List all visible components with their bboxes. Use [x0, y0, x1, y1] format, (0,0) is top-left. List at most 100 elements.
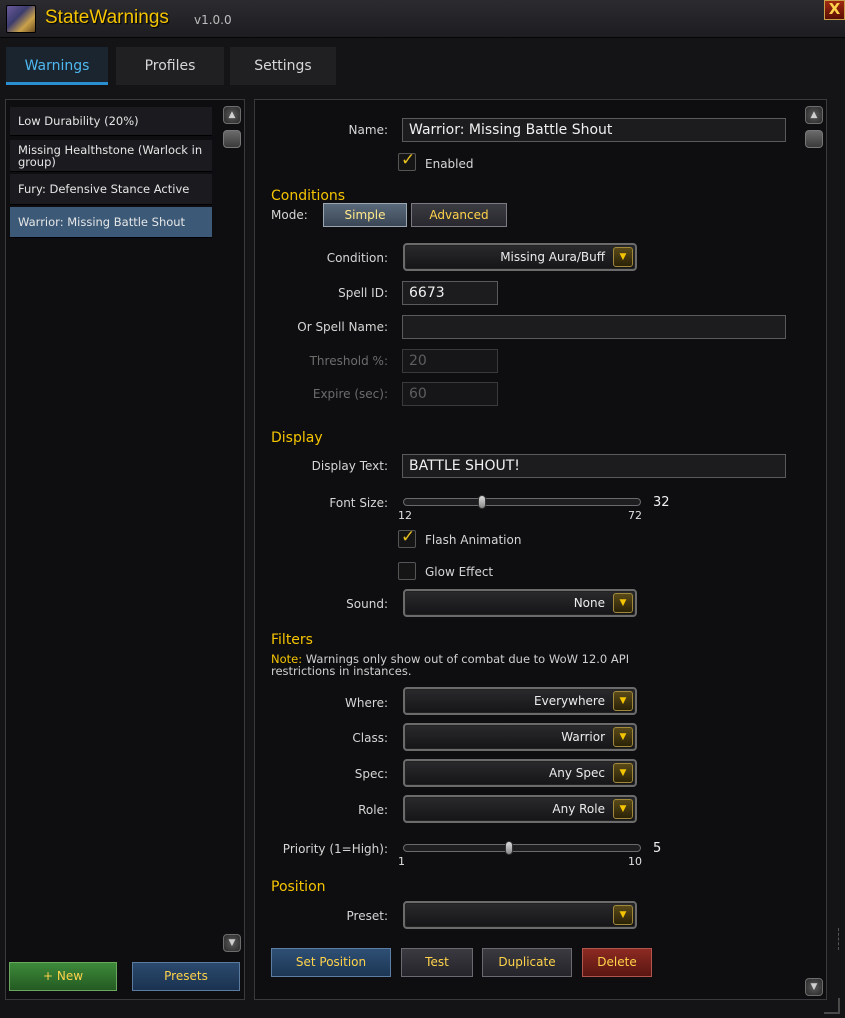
role-label: Role:: [358, 803, 388, 817]
font-size-slider-thumb[interactable]: [478, 495, 487, 509]
list-item-label: Low Durability (20%): [18, 114, 139, 128]
position-section-title: Position: [271, 879, 326, 895]
font-size-slider[interactable]: [403, 498, 641, 506]
filters-note: Note: Warnings only show out of combat d…: [271, 653, 631, 677]
checkmark-icon: ✓: [401, 150, 416, 170]
editor-scrollbar-thumb[interactable]: [805, 130, 823, 148]
set-position-label: Set Position: [295, 955, 367, 969]
spell-id-value: 6673: [409, 285, 445, 301]
list-item-label: Fury: Defensive Stance Active: [18, 182, 190, 196]
list-item[interactable]: Fury: Defensive Stance Active: [10, 174, 212, 205]
list-scroll-down-button[interactable]: ▼: [223, 934, 241, 952]
list-scroll-up-button[interactable]: ▲: [223, 106, 241, 124]
mode-simple-label: Simple: [344, 208, 386, 222]
duplicate-label: Duplicate: [498, 955, 556, 969]
tab-settings[interactable]: Settings: [230, 47, 336, 85]
enabled-label: Enabled: [425, 157, 474, 171]
list-item[interactable]: Missing Healthstone (Warlock in group): [10, 140, 212, 172]
glow-effect-checkbox[interactable]: [398, 562, 416, 580]
enabled-checkbox[interactable]: ✓: [398, 150, 416, 171]
role-dropdown[interactable]: Any Role ▼: [403, 795, 637, 823]
duplicate-button[interactable]: Duplicate: [482, 948, 572, 977]
set-position-button[interactable]: Set Position: [271, 948, 391, 977]
display-text-value: BATTLE SHOUT!: [409, 458, 520, 474]
tab-profiles[interactable]: Profiles: [116, 47, 224, 85]
checkmark-icon: ✓: [401, 527, 416, 547]
name-label: Name:: [348, 123, 388, 137]
new-warning-button[interactable]: + New: [9, 962, 117, 991]
priority-min: 1: [398, 855, 405, 868]
addon-window: StateWarnings v1.0.0 X Warnings Profiles…: [0, 0, 845, 1018]
spec-dropdown[interactable]: Any Spec ▼: [403, 759, 637, 787]
sound-label: Sound:: [346, 597, 388, 611]
spec-label: Spec:: [354, 767, 388, 781]
list-scrollbar-thumb[interactable]: [223, 130, 241, 148]
font-size-value: 32: [653, 495, 670, 510]
chevron-down-icon: ▼: [613, 247, 633, 267]
sound-dropdown-value: None: [573, 596, 605, 610]
title-bar[interactable]: StateWarnings v1.0.0 X: [0, 0, 845, 38]
chevron-down-icon: ▼: [613, 691, 633, 711]
expire-value: 60: [409, 386, 427, 402]
delete-button[interactable]: Delete: [582, 948, 652, 977]
chevron-down-icon: ▼: [613, 593, 633, 613]
list-item-selected[interactable]: Warrior: Missing Battle Shout: [10, 207, 212, 238]
display-section-title: Display: [271, 430, 323, 446]
warning-list-panel: Low Durability (20%) Missing Healthstone…: [5, 99, 245, 1000]
role-dropdown-value: Any Role: [552, 802, 605, 816]
app-title: StateWarnings: [45, 7, 169, 28]
flash-animation-checkbox[interactable]: ✓: [398, 527, 416, 548]
name-input[interactable]: Warrior: Missing Battle Shout: [402, 118, 786, 142]
delete-label: Delete: [597, 955, 637, 969]
app-version: v1.0.0: [194, 13, 232, 27]
priority-max: 10: [628, 855, 642, 868]
resize-grip-icon[interactable]: [824, 998, 840, 1014]
tab-warnings-label: Warnings: [24, 58, 90, 74]
mode-advanced-button[interactable]: Advanced: [411, 203, 507, 227]
mode-label: Mode:: [271, 208, 308, 222]
test-label: Test: [425, 955, 449, 969]
arrow-down-icon: ▼: [810, 982, 818, 992]
spell-id-input[interactable]: 6673: [402, 281, 498, 305]
class-label: Class:: [352, 731, 388, 745]
warning-editor-panel: ▲ ▼ Name: Warrior: Missing Battle Shout …: [254, 99, 827, 1000]
name-input-value: Warrior: Missing Battle Shout: [409, 122, 613, 138]
glow-effect-label: Glow Effect: [425, 565, 494, 579]
editor-scroll-down-button[interactable]: ▼: [805, 978, 823, 996]
display-text-input[interactable]: BATTLE SHOUT!: [402, 454, 786, 478]
note-text: Warnings only show out of combat due to …: [271, 652, 630, 678]
filters-section-title: Filters: [271, 632, 313, 648]
test-button[interactable]: Test: [401, 948, 473, 977]
flash-animation-label: Flash Animation: [425, 533, 522, 547]
font-size-min: 12: [398, 509, 412, 522]
presets-label: Presets: [164, 969, 208, 983]
spell-name-input[interactable]: [402, 315, 786, 339]
arrow-down-icon: ▼: [228, 938, 236, 948]
expire-label: Expire (sec):: [312, 387, 388, 401]
close-button[interactable]: X: [824, 0, 845, 20]
priority-slider-thumb[interactable]: [504, 841, 513, 855]
list-item-label: Warrior: Missing Battle Shout: [18, 215, 186, 229]
class-dropdown[interactable]: Warrior ▼: [403, 723, 637, 751]
condition-dropdown[interactable]: Missing Aura/Buff ▼: [403, 243, 637, 271]
where-label: Where:: [345, 696, 388, 710]
where-dropdown-value: Everywhere: [534, 694, 605, 708]
sound-dropdown[interactable]: None ▼: [403, 589, 637, 617]
arrow-up-icon: ▲: [810, 110, 818, 120]
where-dropdown[interactable]: Everywhere ▼: [403, 687, 637, 715]
mode-simple-button[interactable]: Simple: [323, 203, 407, 227]
app-logo-icon: [6, 5, 36, 33]
tab-warnings[interactable]: Warnings: [6, 47, 108, 85]
font-size-label: Font Size:: [329, 496, 388, 510]
condition-dropdown-value: Missing Aura/Buff: [500, 250, 605, 264]
preset-dropdown[interactable]: ▼: [403, 901, 637, 929]
chevron-down-icon: ▼: [613, 905, 633, 925]
threshold-label: Threshold %:: [309, 354, 388, 368]
spell-id-label: Spell ID:: [338, 286, 388, 300]
priority-slider[interactable]: [403, 844, 641, 852]
editor-scroll-up-button[interactable]: ▲: [805, 106, 823, 124]
tab-profiles-label: Profiles: [144, 58, 196, 74]
presets-button[interactable]: Presets: [132, 962, 240, 991]
list-item[interactable]: Low Durability (20%): [10, 107, 212, 136]
new-warning-label: + New: [42, 969, 84, 983]
